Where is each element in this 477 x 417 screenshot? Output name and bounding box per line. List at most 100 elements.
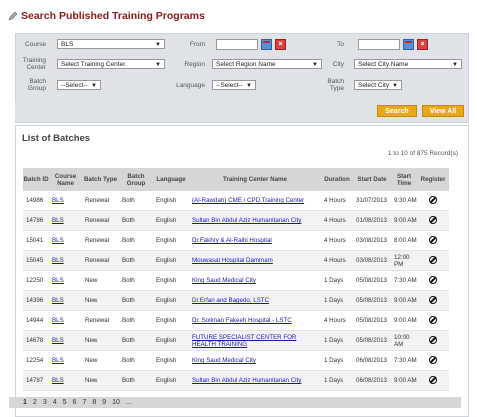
language-select[interactable]: --Select-- ▼ bbox=[212, 80, 256, 90]
region-select[interactable]: Select Region Name ▼ bbox=[212, 59, 322, 69]
register-cell bbox=[417, 290, 449, 311]
course-cell: BLS bbox=[49, 270, 82, 291]
register-cell bbox=[417, 270, 449, 291]
register-icon[interactable] bbox=[429, 215, 437, 224]
batch-id-cell: 14787 bbox=[23, 370, 49, 391]
batch-type-cell: Renewal bbox=[82, 191, 119, 211]
from-date-input[interactable] bbox=[216, 39, 258, 50]
chevron-down-icon: ▼ bbox=[155, 62, 161, 68]
register-icon[interactable] bbox=[429, 195, 437, 204]
page-link[interactable]: 8 bbox=[92, 399, 96, 406]
page-header: Search Published Training Programs bbox=[8, 8, 205, 24]
clear-date-icon[interactable]: × bbox=[275, 39, 286, 50]
course-link[interactable]: BLS bbox=[52, 257, 64, 264]
training-center-cell: (Al-Rawdah) CME / CPD Training Center bbox=[189, 191, 321, 211]
batch-type-cell: Renewal bbox=[82, 310, 119, 331]
batch-type-select[interactable]: Select City ▼ bbox=[354, 80, 402, 90]
batch-group-cell: Both bbox=[119, 290, 153, 311]
training-center-cell: Dr. Soliman Fakeeh Hospital - LSTC bbox=[189, 310, 321, 331]
page-link[interactable]: 9 bbox=[102, 399, 106, 406]
page-link[interactable]: 4 bbox=[53, 399, 57, 406]
search-button[interactable]: Search bbox=[377, 105, 417, 117]
page-link[interactable]: ... bbox=[126, 399, 132, 406]
register-icon[interactable] bbox=[429, 255, 437, 264]
city-select[interactable]: Select City Name ▼ bbox=[354, 59, 462, 69]
course-link[interactable]: BLS bbox=[52, 297, 64, 304]
batch-group-select-value: --Select-- bbox=[61, 82, 88, 89]
training-center-link[interactable]: Sultan Bin Abdul Aziz Humanitarian City bbox=[192, 217, 301, 224]
page-link[interactable]: 6 bbox=[73, 399, 77, 406]
duration-cell: 1 Days bbox=[321, 370, 353, 391]
course-link[interactable]: BLS bbox=[52, 357, 64, 364]
calendar-icon[interactable] bbox=[261, 39, 272, 50]
register-cell bbox=[417, 310, 449, 331]
course-cell: BLS bbox=[49, 290, 82, 311]
training-center-link[interactable]: FUTURE SPECIALIST CENTER FOR HEALTH TRAI… bbox=[192, 334, 296, 348]
register-icon[interactable] bbox=[429, 315, 437, 324]
clear-date-icon[interactable]: × bbox=[417, 39, 428, 50]
table-row: 15045 BLS Renewal Both English Mouwasat Hospi… bbox=[23, 250, 449, 271]
course-cell: BLS bbox=[49, 370, 82, 391]
batches-heading: List of Batches bbox=[22, 133, 91, 144]
register-icon[interactable] bbox=[429, 275, 437, 284]
start-date-cell: 31/07/2013 bbox=[353, 191, 391, 211]
training-center-link[interactable]: Mouwasat Hospital Dammam bbox=[192, 257, 273, 264]
table-row: 12254 BLS New Both English King Saud Medical … bbox=[23, 350, 449, 371]
page-link[interactable]: 2 bbox=[33, 399, 37, 406]
course-link[interactable]: BLS bbox=[52, 277, 64, 284]
register-icon[interactable] bbox=[429, 235, 437, 244]
page-link[interactable]: 5 bbox=[63, 399, 67, 406]
duration-cell: 4 Hours bbox=[321, 250, 353, 271]
view-all-button[interactable]: View All bbox=[422, 105, 464, 117]
course-link[interactable]: BLS bbox=[52, 217, 64, 224]
table-row: 14678 BLS New Both English FUTURE SPECIALIST … bbox=[23, 330, 449, 351]
training-center-link[interactable]: Sultan Bin Abdul Aziz Humanitarian City bbox=[192, 377, 301, 384]
duration-cell: 1 Days bbox=[321, 270, 353, 291]
batch-type-label: Batch Type bbox=[327, 78, 344, 92]
batch-type-cell: New bbox=[82, 270, 119, 291]
page-link[interactable]: 1 bbox=[23, 399, 27, 406]
duration-cell: 4 Hours bbox=[321, 191, 353, 211]
training-center-link[interactable]: Dr.Fakhry & Al-Raihi Hospital bbox=[192, 237, 272, 244]
chevron-down-icon: ▼ bbox=[312, 62, 318, 68]
course-link[interactable]: BLS bbox=[52, 377, 64, 384]
training-center-link[interactable]: Dr.Erfan and Bagedo, LSTC bbox=[192, 297, 269, 304]
page-link[interactable]: 7 bbox=[82, 399, 86, 406]
training-center-select[interactable]: Select Training Center ▼ bbox=[57, 59, 165, 69]
training-center-link[interactable]: Dr. Soliman Fakeeh Hospital - LSTC bbox=[192, 317, 292, 324]
batch-group-cell: Both bbox=[119, 270, 153, 291]
training-center-cell: Sultan Bin Abdul Aziz Humanitarian City bbox=[189, 210, 321, 231]
register-icon[interactable] bbox=[429, 375, 437, 384]
course-link[interactable]: BLS bbox=[52, 337, 64, 344]
column-header: Course Name bbox=[49, 168, 82, 191]
register-icon[interactable] bbox=[429, 335, 437, 344]
course-link[interactable]: BLS bbox=[52, 197, 64, 204]
training-center-link[interactable]: King Saud Medical City bbox=[192, 357, 256, 364]
page-link[interactable]: 3 bbox=[43, 399, 47, 406]
record-count: 1 to 10 of 875 Record(s) bbox=[387, 150, 458, 157]
column-header: Batch ID bbox=[23, 168, 49, 191]
batch-group-select[interactable]: --Select-- ▼ bbox=[57, 80, 101, 90]
course-select[interactable]: BLS ▼ bbox=[57, 39, 165, 49]
start-time-cell: 7:30 AM bbox=[391, 270, 417, 291]
batch-group-cell: Both bbox=[119, 191, 153, 211]
register-cell bbox=[417, 210, 449, 231]
language-cell: English bbox=[153, 290, 189, 311]
start-date-cell: 05/08/2013 bbox=[353, 270, 391, 291]
course-label: Course bbox=[25, 41, 46, 48]
region-label: Region bbox=[184, 61, 205, 68]
page-link[interactable]: 10 bbox=[112, 399, 120, 406]
duration-cell: 4 Hours bbox=[321, 230, 353, 251]
register-cell bbox=[417, 191, 449, 211]
course-link[interactable]: BLS bbox=[52, 237, 64, 244]
batch-id-cell: 14986 bbox=[23, 191, 49, 211]
course-link[interactable]: BLS bbox=[52, 317, 64, 324]
to-date-input[interactable] bbox=[358, 39, 400, 50]
course-cell: BLS bbox=[49, 330, 82, 351]
training-center-link[interactable]: (Al-Rawdah) CME / CPD Training Center bbox=[192, 197, 304, 204]
training-center-cell: Sultan Bin Abdul Aziz Humanitarian City bbox=[189, 370, 321, 391]
register-icon[interactable] bbox=[429, 295, 437, 304]
calendar-icon[interactable] bbox=[403, 39, 414, 50]
training-center-link[interactable]: King Saud Medical City bbox=[192, 277, 256, 284]
register-icon[interactable] bbox=[429, 355, 437, 364]
